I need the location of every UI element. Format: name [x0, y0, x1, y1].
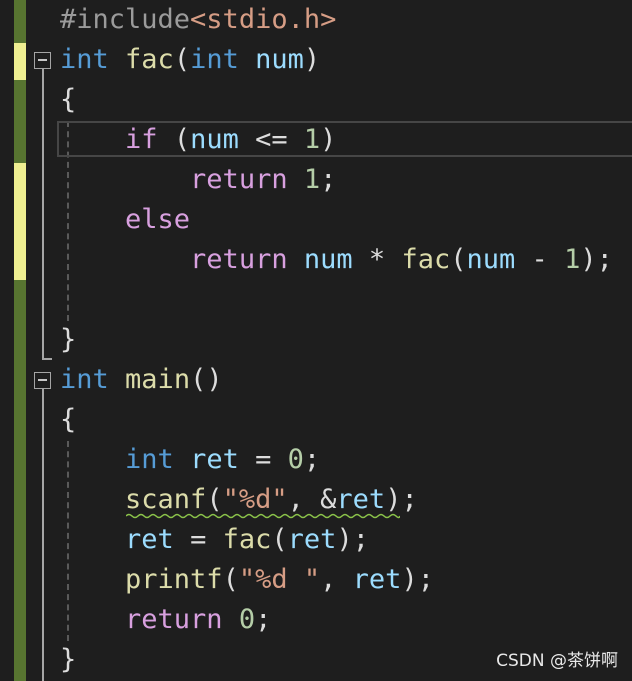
- function-call: scanf: [125, 484, 207, 515]
- code-editor[interactable]: #include<stdio.h> int fac(int num) { if …: [0, 0, 632, 681]
- function-name: fac: [125, 44, 174, 75]
- number: 1: [303, 164, 321, 195]
- code-line-5[interactable]: return 1;: [60, 160, 336, 200]
- control-keyword: return: [125, 604, 223, 635]
- param-name: num: [255, 44, 304, 75]
- control-keyword: return: [190, 244, 288, 275]
- semicolon: ;: [303, 444, 321, 475]
- change-margin-unsaved: [14, 43, 26, 80]
- code-line-15[interactable]: printf("%d ", ret);: [60, 560, 434, 600]
- operator: <=: [255, 124, 288, 155]
- code-line-6[interactable]: else: [60, 200, 190, 240]
- code-line-4[interactable]: if (num <= 1): [60, 120, 336, 160]
- brace: }: [60, 644, 77, 675]
- comma: ,: [320, 564, 337, 595]
- operator: =: [255, 444, 272, 475]
- paren: (: [206, 484, 223, 515]
- operator: -: [531, 244, 548, 275]
- brace: }: [60, 324, 77, 355]
- number: 0: [287, 444, 304, 475]
- code-line-16[interactable]: return 0;: [60, 600, 271, 640]
- paren: );: [336, 524, 369, 555]
- paren: );: [385, 484, 418, 515]
- paren: ): [320, 124, 337, 155]
- number: 1: [564, 244, 581, 275]
- outline-line: [42, 389, 44, 681]
- function-name: main: [125, 364, 191, 395]
- control-keyword: else: [125, 204, 191, 235]
- code-line-14[interactable]: ret = fac(ret);: [60, 520, 369, 560]
- code-line-7[interactable]: return num * fac(num - 1);: [60, 240, 613, 280]
- variable: num: [303, 244, 353, 275]
- variable: ret: [125, 524, 174, 555]
- code-line-1[interactable]: #include<stdio.h>: [60, 0, 336, 40]
- type-keyword: int: [60, 364, 109, 395]
- string-literal: "%d": [222, 484, 288, 515]
- type-keyword: int: [125, 444, 174, 475]
- operator: &: [320, 484, 337, 515]
- variable: num: [190, 124, 239, 155]
- paren: (: [271, 524, 288, 555]
- code-line-9[interactable]: }: [60, 320, 76, 360]
- paren: (: [173, 44, 191, 75]
- type-keyword: int: [190, 44, 239, 75]
- change-margin-saved: [14, 0, 26, 681]
- function-call: printf: [125, 564, 223, 595]
- type-keyword: int: [60, 44, 109, 75]
- code-line-10[interactable]: int main(): [60, 360, 223, 400]
- brace: {: [60, 84, 77, 115]
- code-line-17[interactable]: }: [60, 640, 76, 680]
- outline-end: [42, 358, 52, 360]
- paren: (: [450, 244, 467, 275]
- paren: );: [401, 564, 434, 595]
- code-line-3[interactable]: {: [60, 80, 76, 120]
- semicolon: ;: [255, 604, 272, 635]
- code-line-11[interactable]: {: [60, 400, 76, 440]
- operator: =: [190, 524, 207, 555]
- collapse-fac-icon[interactable]: [34, 52, 51, 69]
- include-header: <stdio.h>: [190, 4, 337, 35]
- brace: {: [60, 404, 77, 435]
- code-line-12[interactable]: int ret = 0;: [60, 440, 320, 480]
- variable: ret: [336, 484, 386, 515]
- operator: *: [368, 244, 386, 275]
- number: 1: [303, 124, 321, 155]
- variable: ret: [287, 524, 337, 555]
- paren: ): [303, 44, 321, 75]
- number: 0: [238, 604, 256, 635]
- variable: num: [466, 244, 516, 275]
- change-margin-unsaved: [14, 163, 26, 280]
- function-call: fac: [401, 244, 451, 275]
- preprocessor: #include: [60, 4, 191, 35]
- outline-line: [42, 69, 44, 360]
- collapse-main-icon[interactable]: [34, 372, 51, 389]
- code-line-2[interactable]: int fac(int num): [60, 40, 320, 80]
- function-call: fac: [222, 524, 272, 555]
- paren: (): [190, 364, 223, 395]
- variable: ret: [190, 444, 239, 475]
- paren: (: [173, 124, 191, 155]
- warning-squiggle[interactable]: [126, 513, 400, 519]
- comma: ,: [287, 484, 304, 515]
- control-keyword: return: [190, 164, 288, 195]
- semicolon: ;: [320, 164, 337, 195]
- string-literal: "%d ": [238, 564, 321, 595]
- control-keyword: if: [125, 124, 158, 155]
- variable: ret: [352, 564, 402, 595]
- paren: (: [222, 564, 239, 595]
- watermark: CSDN @茶饼啊: [496, 651, 618, 671]
- paren: );: [580, 244, 613, 275]
